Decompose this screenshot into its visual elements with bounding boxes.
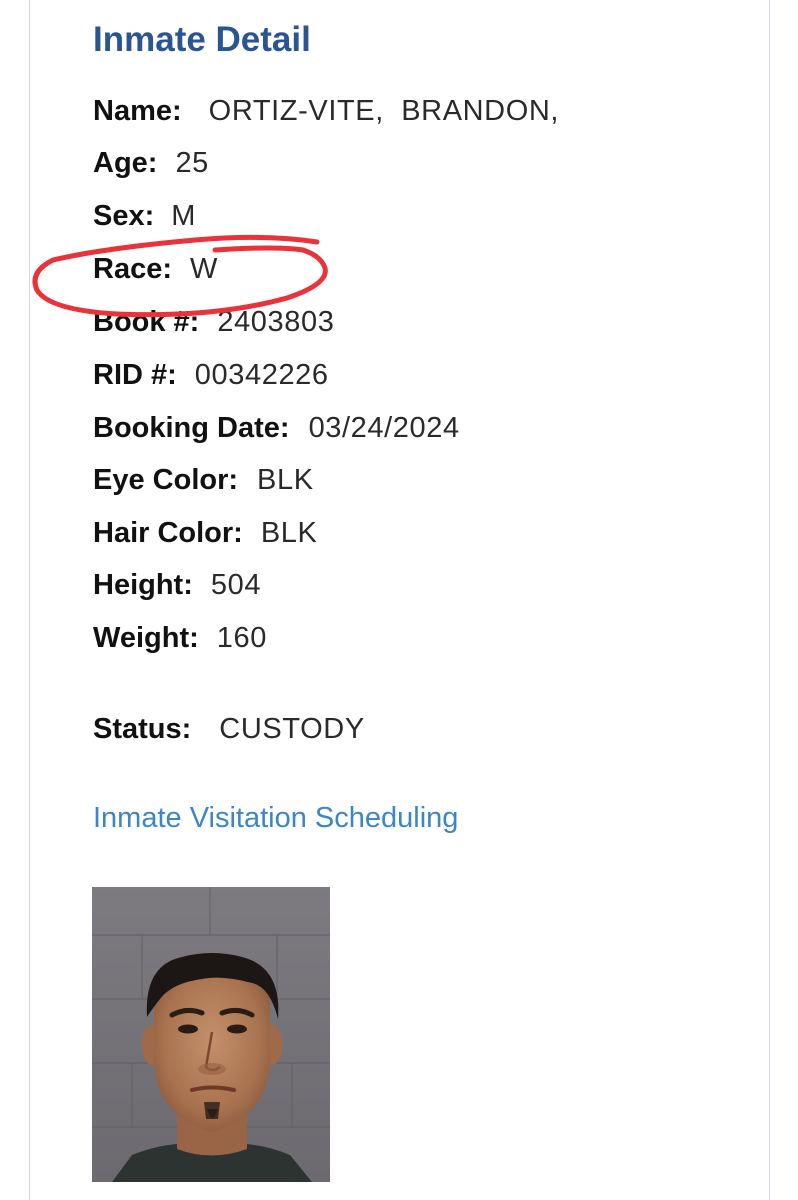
eye-color-row: Eye Color: BLK bbox=[93, 462, 314, 498]
weight-value: 160 bbox=[216, 622, 267, 654]
book-number-value: 2403803 bbox=[217, 306, 335, 338]
mugshot-image bbox=[92, 887, 330, 1182]
hair-color-row: Hair Color: BLK bbox=[93, 515, 317, 551]
book-number-label: Book #: bbox=[93, 306, 200, 338]
status-label: Status: bbox=[93, 713, 192, 745]
race-label: Race: bbox=[93, 253, 172, 285]
name-label: Name: bbox=[93, 95, 182, 127]
weight-row: Weight: 160 bbox=[93, 620, 267, 656]
eye-color-value: BLK bbox=[257, 464, 314, 496]
booking-date-label: Booking Date: bbox=[93, 412, 290, 444]
height-label: Height: bbox=[93, 569, 193, 601]
age-label: Age: bbox=[93, 147, 158, 179]
race-value: W bbox=[190, 253, 218, 285]
booking-date-value: 03/24/2024 bbox=[308, 412, 460, 444]
left-border-rule bbox=[29, 0, 30, 1200]
inmate-mugshot-photo bbox=[92, 887, 330, 1182]
age-value: 25 bbox=[175, 147, 209, 179]
eye-color-label: Eye Color: bbox=[93, 464, 239, 496]
page-title: Inmate Detail bbox=[93, 20, 311, 59]
weight-label: Weight: bbox=[93, 622, 199, 654]
hair-color-value: BLK bbox=[260, 517, 318, 549]
rid-number-label: RID #: bbox=[93, 359, 177, 391]
height-value: 504 bbox=[210, 569, 262, 601]
race-row: Race: W bbox=[93, 251, 218, 287]
status-row: Status: CUSTODY bbox=[93, 711, 365, 747]
sex-value: M bbox=[171, 200, 197, 232]
rid-number-value: 00342226 bbox=[194, 359, 329, 391]
inmate-visitation-scheduling-link[interactable]: Inmate Visitation Scheduling bbox=[93, 802, 458, 835]
rid-number-row: RID #: 00342226 bbox=[93, 357, 329, 393]
name-value: ORTIZ-VITE, BRANDON, bbox=[208, 95, 560, 127]
status-value: CUSTODY bbox=[219, 713, 365, 745]
right-border-rule bbox=[769, 0, 770, 1200]
sex-row: Sex: M bbox=[93, 198, 196, 234]
age-row: Age: 25 bbox=[93, 145, 209, 181]
name-row: Name: ORTIZ-VITE, BRANDON, bbox=[93, 93, 559, 129]
booking-date-row: Booking Date: 03/24/2024 bbox=[93, 410, 460, 446]
hair-color-label: Hair Color: bbox=[93, 517, 243, 549]
inmate-detail-page: Inmate Detail Name: ORTIZ-VITE, BRANDON, … bbox=[0, 0, 798, 1200]
height-row: Height: 504 bbox=[93, 567, 261, 603]
book-number-row: Book #: 2403803 bbox=[93, 304, 334, 340]
sex-label: Sex: bbox=[93, 200, 155, 232]
